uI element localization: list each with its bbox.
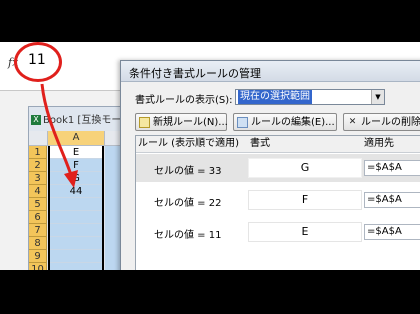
- row-header[interactable]: 6: [29, 211, 47, 224]
- delete-rule-label: ルールの削除(D): [361, 117, 420, 128]
- annotation-circle: [14, 42, 62, 82]
- dialog-title-bar[interactable]: 条件付き書式ルールの管理: [121, 61, 420, 82]
- column-header-format: 書式: [248, 136, 362, 153]
- rule-condition: セルの値 = 33: [154, 166, 222, 177]
- rule-format-preview: G: [248, 158, 362, 178]
- new-rule-icon: [139, 116, 150, 128]
- edit-rule-button[interactable]: ルールの編集(E)...: [233, 113, 337, 131]
- rule-applies-to-field[interactable]: =$A$A: [364, 192, 420, 208]
- column-header-rule: ルール (表示順で適用): [136, 136, 248, 153]
- sheet-cell[interactable]: [48, 198, 104, 211]
- delete-rule-button[interactable]: ✕ ルールの削除(D): [343, 113, 420, 131]
- sheet-row: 5: [29, 198, 125, 211]
- show-rules-value: 現在の選択範囲: [238, 90, 312, 104]
- rule-format-preview: F: [248, 190, 362, 210]
- sheet-cell[interactable]: [48, 224, 104, 237]
- sheet-row: 7: [29, 224, 125, 237]
- sheet-cell[interactable]: [48, 237, 104, 250]
- row-header[interactable]: 7: [29, 224, 47, 237]
- rule-condition: セルの値 = 11: [154, 230, 222, 241]
- rule-format-preview: E: [248, 222, 362, 242]
- sheet-row: 9: [29, 250, 125, 263]
- row-header[interactable]: 10: [29, 263, 47, 270]
- rule-row[interactable]: セルの値 = 22 F =$A$A: [136, 186, 420, 214]
- new-rule-button[interactable]: 新規ルール(N)...: [135, 113, 228, 131]
- rule-applies-to-field[interactable]: =$A$A: [364, 224, 420, 240]
- rule-row[interactable]: セルの値 = 33 G =$A$A: [136, 154, 420, 182]
- rules-table: ルール (表示順で適用) 書式 適用先 セルの値 = 33 G =$A$A セル…: [135, 135, 420, 270]
- new-rule-label: 新規ルール(N)...: [153, 117, 228, 128]
- close-icon: ✕: [348, 116, 357, 127]
- row-header[interactable]: 9: [29, 250, 47, 263]
- sheet-row: 10: [29, 263, 125, 270]
- edit-rule-icon: [237, 116, 248, 128]
- screen-frame: fx 11 XBook1 [互換モー A 1E 2F 3G 444 5 6 7 …: [0, 42, 420, 270]
- edit-rule-label: ルールの編集(E)...: [251, 117, 335, 128]
- sheet-cell[interactable]: [48, 263, 104, 270]
- dialog-title: 条件付き書式ルールの管理: [129, 67, 261, 80]
- sheet-cell[interactable]: [48, 211, 104, 224]
- sheet-row: 6: [29, 211, 125, 224]
- sheet-row: 8: [29, 237, 125, 250]
- show-rules-dropdown[interactable]: 現在の選択範囲 ▼: [235, 89, 385, 105]
- annotation-arrow: [40, 83, 78, 188]
- show-rules-label: 書式ルールの表示(S):: [135, 95, 233, 106]
- conditional-format-dialog: 条件付き書式ルールの管理 書式ルールの表示(S): 現在の選択範囲 ▼ 新規ルー…: [120, 60, 420, 270]
- sheet-cell[interactable]: [48, 250, 104, 263]
- rule-row[interactable]: セルの値 = 11 E =$A$A: [136, 218, 420, 246]
- column-header-applies-to: 適用先: [362, 136, 420, 153]
- row-header[interactable]: 5: [29, 198, 47, 211]
- chevron-down-icon[interactable]: ▼: [371, 90, 384, 104]
- rule-applies-to-field[interactable]: =$A$A: [364, 160, 420, 176]
- rule-condition: セルの値 = 22: [154, 198, 222, 209]
- row-header[interactable]: 8: [29, 237, 47, 250]
